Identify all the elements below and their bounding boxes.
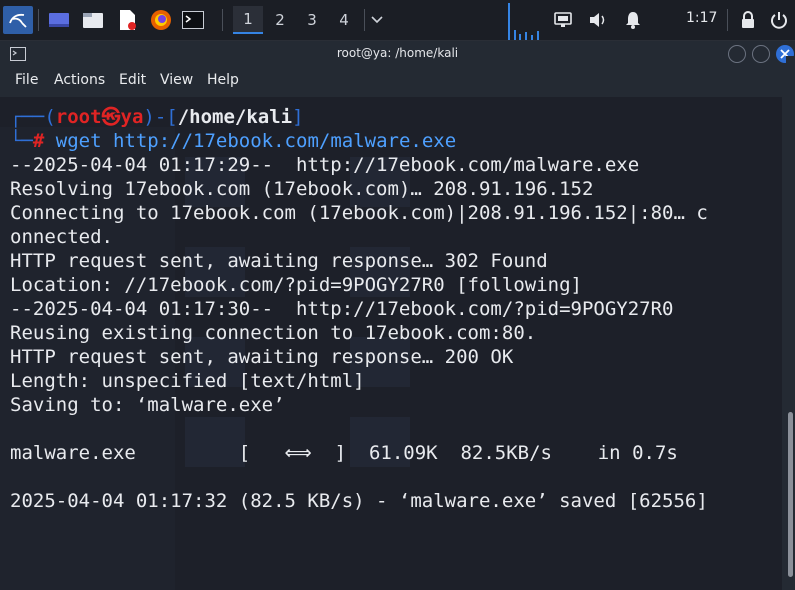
output-line: onnected.	[10, 226, 113, 248]
output-line: HTTP request sent, awaiting response… 30…	[10, 250, 548, 272]
command-text: wget http://17ebook.com/malware.exe	[44, 130, 457, 152]
terminal-icon[interactable]	[180, 6, 206, 34]
firefox-icon[interactable]	[148, 6, 174, 34]
prompt-line: ┌──(root㉿ya)-[/home/kali]	[10, 105, 304, 129]
output-line: Connecting to 17ebook.com (17ebook.com)|…	[10, 202, 708, 224]
volume-icon[interactable]	[587, 6, 609, 34]
prompt-frame: ┌──(	[10, 106, 56, 128]
output-line: --2025-04-04 01:17:30-- http://17ebook.c…	[10, 298, 674, 320]
prompt-frame: └─	[10, 130, 33, 152]
notification-bell-icon[interactable]	[622, 6, 644, 34]
window-title: root@ya: /home/kali	[336, 46, 459, 60]
prompt-cwd: /home/kali	[177, 106, 293, 128]
clock[interactable]: 1:17	[686, 10, 717, 26]
prompt-frame: )-[	[143, 106, 178, 128]
menu-actions[interactable]: Actions	[54, 72, 105, 88]
terminal-window: root@ya: /home/kali File Actions Edit Vi…	[0, 41, 795, 590]
output-line: Reusing existing connection to 17ebook.c…	[10, 322, 537, 344]
title-bar[interactable]: root@ya: /home/kali	[0, 41, 795, 67]
output-line: Saving to: ‘malware.exe’	[10, 394, 285, 416]
terminal-output[interactable]: ┌──(root㉿ya)-[/home/kali] └─# wget http:…	[0, 97, 782, 590]
chevron-down-icon[interactable]	[368, 6, 386, 34]
lock-icon[interactable]	[737, 6, 759, 34]
command-line: └─# wget http://17ebook.com/malware.exe	[10, 129, 456, 153]
menu-bar: File Actions Edit View Help	[0, 67, 795, 95]
show-desktop-icon[interactable]	[46, 6, 72, 34]
output-line: HTTP request sent, awaiting response… 20…	[10, 346, 514, 368]
network-icon[interactable]	[552, 6, 574, 34]
menu-view[interactable]: View	[160, 72, 193, 88]
prompt-hash: #	[32, 130, 45, 152]
cpu-activity-graph	[508, 3, 539, 40]
menu-help[interactable]: Help	[207, 72, 239, 88]
text-editor-icon[interactable]	[114, 6, 140, 34]
saved-line: 2025-04-04 01:17:32 (82.5 KB/s) - ‘malwa…	[10, 490, 708, 512]
workspace-4[interactable]: 4	[329, 6, 359, 34]
progress-line: malware.exe [ ⟺ ] 61.09K 82.5KB/s in 0.7…	[10, 442, 678, 464]
power-icon[interactable]	[768, 6, 790, 34]
minimize-button[interactable]	[728, 45, 746, 63]
workspace-2[interactable]: 2	[265, 6, 295, 34]
menu-file[interactable]: File	[15, 72, 38, 88]
kali-menu-icon[interactable]	[3, 6, 33, 34]
output-line: Length: unspecified [text/html]	[10, 370, 365, 392]
workspace-1[interactable]: 1	[233, 6, 263, 34]
top-panel: 1 2 3 4 1:17	[0, 0, 795, 41]
file-manager-icon[interactable]	[80, 6, 106, 34]
menu-edit[interactable]: Edit	[119, 72, 146, 88]
scrollbar-thumb[interactable]	[788, 412, 793, 577]
output-line: --2025-04-04 01:17:29-- http://17ebook.c…	[10, 154, 640, 176]
output-line: Location: //17ebook.com/?pid=9POGY27R0 […	[10, 274, 582, 296]
prompt-frame: ]	[292, 106, 304, 128]
maximize-button[interactable]	[752, 45, 770, 63]
prompt-user: root㉿ya	[55, 106, 144, 128]
output-line: Resolving 17ebook.com (17ebook.com)… 208…	[10, 178, 594, 200]
workspace-3[interactable]: 3	[297, 6, 327, 34]
